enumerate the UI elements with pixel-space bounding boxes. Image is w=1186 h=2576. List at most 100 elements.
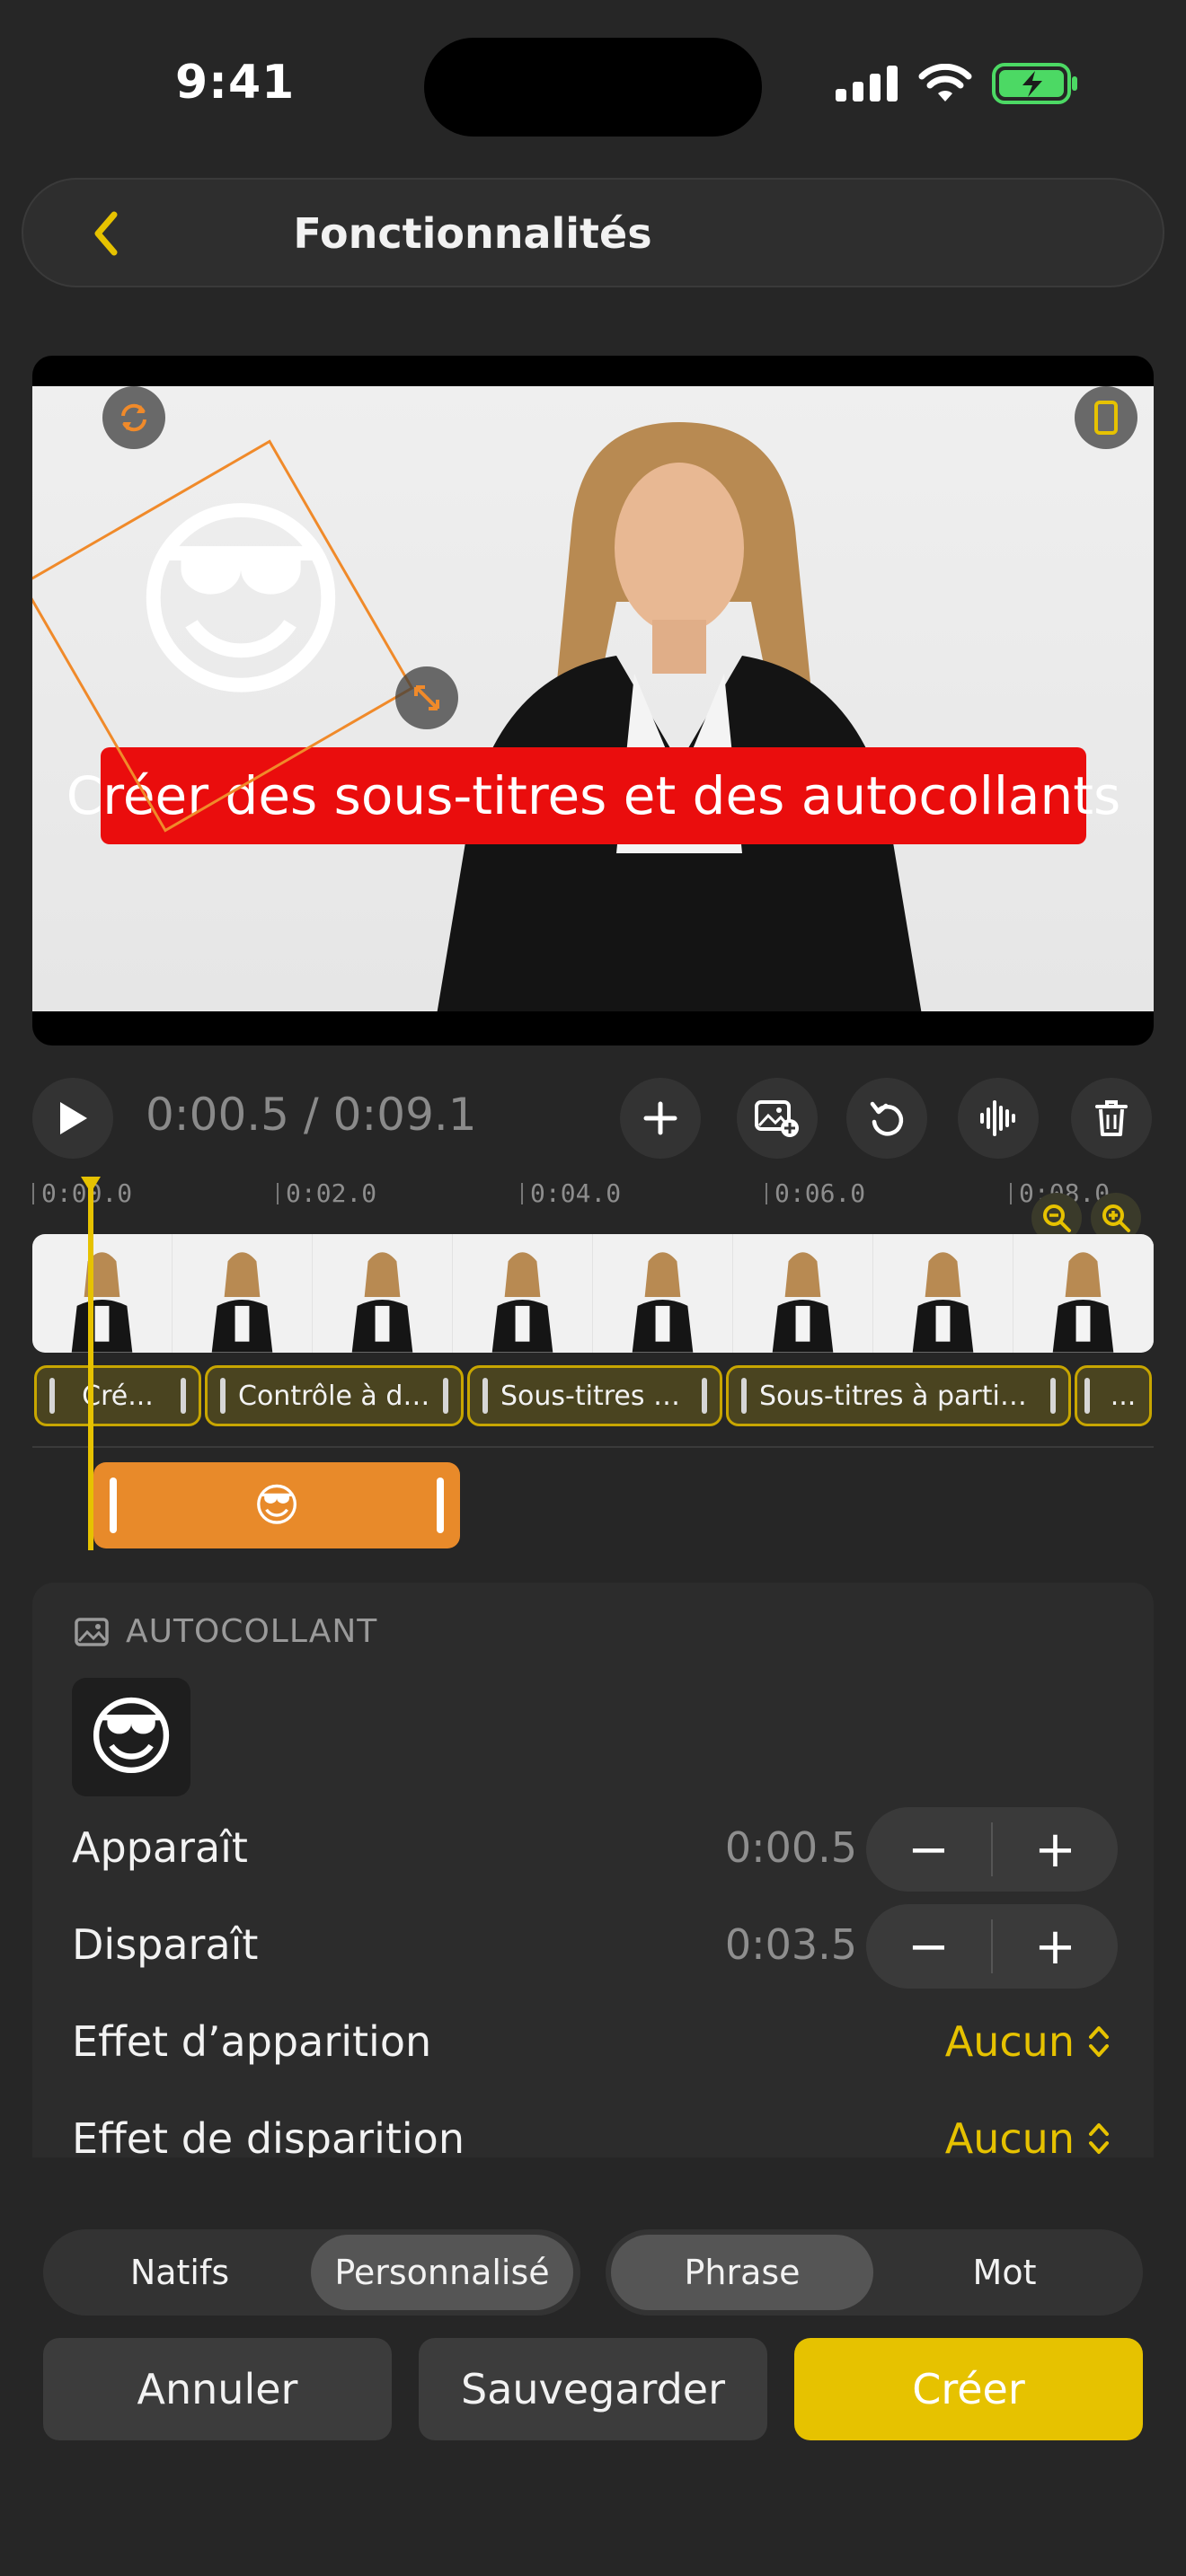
chevron-up-down-icon: [1089, 2026, 1109, 2057]
plus-icon: [643, 1101, 677, 1135]
portrait-frame-icon: [1094, 401, 1118, 435]
page-title: Fonctionnalités: [293, 209, 652, 258]
filmstrip-frame: [313, 1234, 453, 1353]
filmstrip-frame: [593, 1234, 733, 1353]
caption-clip-label: ...: [1110, 1380, 1137, 1412]
caption-clip-label: Contrôle à dist...: [238, 1380, 430, 1412]
disappear-decrement-button[interactable]: −: [866, 1904, 991, 1989]
clip-trim-handle[interactable]: [49, 1378, 55, 1414]
exit-effect-select[interactable]: Aucun: [945, 2114, 1111, 2157]
cancel-button[interactable]: Annuler: [43, 2338, 392, 2440]
exit-effect-label: Effet de disparition: [72, 2114, 465, 2157]
sticker-clip-emoji: 😎: [252, 1479, 301, 1531]
clip-trim-handle[interactable]: [702, 1378, 707, 1414]
playhead[interactable]: [88, 1180, 93, 1550]
disappear-time-value: 0:03.5: [724, 1920, 857, 1969]
chevron-up-down-icon: [1089, 2123, 1109, 2154]
undo-button[interactable]: [846, 1078, 927, 1159]
caption-clip[interactable]: Sous-titres au...: [467, 1365, 722, 1426]
appear-decrement-button[interactable]: −: [866, 1807, 991, 1892]
caption-clip[interactable]: ...: [1075, 1365, 1152, 1426]
clip-trim-handle[interactable]: [741, 1378, 747, 1414]
add-image-button[interactable]: [737, 1078, 818, 1159]
clip-trim-handle[interactable]: [1084, 1378, 1090, 1414]
sticker-overlay[interactable]: 😎: [106, 467, 376, 737]
disappear-increment-button[interactable]: +: [993, 1904, 1118, 1989]
video-preview[interactable]: Créer des sous-titres et des autocollant…: [32, 356, 1154, 1045]
caption-clip[interactable]: Contrôle à dist...: [205, 1365, 464, 1426]
battery-charging-icon: [992, 63, 1077, 104]
rotate-icon: [121, 403, 146, 432]
filmstrip-frame: [32, 1234, 173, 1353]
presenter-image: [374, 422, 985, 1011]
trash-icon: [1095, 1100, 1128, 1136]
cellular-signal-icon: [836, 66, 898, 101]
appear-time-value: 0:00.5: [724, 1823, 857, 1872]
ruler-tick: 0:02.0: [277, 1178, 376, 1208]
audio-waveform-button[interactable]: [958, 1078, 1039, 1159]
caption-clip[interactable]: Sous-titres à partir d...: [726, 1365, 1071, 1426]
entry-effect-value: Aucun: [944, 2017, 1075, 2066]
entry-effect-select[interactable]: Aucun: [945, 2017, 1111, 2066]
clip-trim-handle[interactable]: [443, 1378, 448, 1414]
exit-effect-value: Aucun: [944, 2114, 1075, 2157]
zoom-out-icon: [1043, 1204, 1071, 1232]
add-button[interactable]: [620, 1078, 701, 1159]
segment-phrase[interactable]: Phrase: [611, 2235, 873, 2310]
clip-trim-handle[interactable]: [110, 1478, 117, 1533]
segment-natifs[interactable]: Natifs: [49, 2235, 311, 2310]
playback-timecode: 0:00.5 / 0:09.1: [146, 1089, 477, 1141]
status-time: 9:41: [175, 56, 296, 110]
clip-trim-handle[interactable]: [181, 1378, 186, 1414]
playhead-marker[interactable]: [81, 1177, 101, 1193]
sticker-thumbnail[interactable]: 😎: [72, 1678, 190, 1796]
appear-increment-button[interactable]: +: [993, 1807, 1118, 1892]
clip-trim-handle[interactable]: [1050, 1378, 1056, 1414]
wifi-icon: [918, 64, 972, 101]
filmstrip-frame: [733, 1234, 873, 1353]
dynamic-island: [424, 38, 762, 137]
sticker-properties-panel: AUTOCOLLANT 😎 Apparaît 0:00.5 − + Dispar…: [32, 1583, 1154, 2157]
caption-clip[interactable]: Cré...: [34, 1365, 201, 1426]
panel-header: AUTOCOLLANT: [74, 1613, 377, 1650]
filmstrip-frame: [873, 1234, 1013, 1353]
video-frame: Créer des sous-titres et des autocollant…: [32, 386, 1154, 1011]
play-button[interactable]: [32, 1078, 113, 1159]
undo-icon: [870, 1101, 904, 1136]
mode-segmented-control: Phrase Mot: [606, 2229, 1143, 2316]
play-icon: [60, 1102, 87, 1134]
sticker-clip[interactable]: 😎: [93, 1462, 460, 1548]
waveform-icon: [980, 1100, 1015, 1136]
add-photo-icon: [755, 1100, 799, 1137]
track-divider: [32, 1446, 1154, 1448]
panel-section-title: AUTOCOLLANT: [126, 1613, 378, 1650]
ruler-tick: 0:06.0: [766, 1178, 865, 1208]
rotate-handle[interactable]: [102, 386, 165, 449]
caption-clip-label: Sous-titres à partir d...: [759, 1380, 1038, 1412]
filmstrip-frame: [1013, 1234, 1154, 1353]
resize-handle[interactable]: [395, 666, 458, 729]
clip-trim-handle[interactable]: [482, 1378, 488, 1414]
segment-personnalise[interactable]: Personnalisé: [311, 2235, 573, 2310]
video-filmstrip[interactable]: [32, 1234, 1154, 1353]
caption-clip-label: Cré...: [82, 1380, 154, 1412]
disappear-label: Disparaît: [72, 1920, 259, 1969]
clip-trim-handle[interactable]: [437, 1478, 444, 1533]
entry-effect-label: Effet d’apparition: [72, 2017, 432, 2066]
delete-button[interactable]: [1071, 1078, 1152, 1159]
clip-trim-handle[interactable]: [220, 1378, 226, 1414]
status-icons: [836, 63, 1078, 104]
zoom-in-icon: [1102, 1204, 1130, 1232]
create-button[interactable]: Créer: [794, 2338, 1143, 2440]
ruler-tick: 0:04.0: [521, 1178, 621, 1208]
navigation-bar: Fonctionnalités: [22, 178, 1164, 287]
segment-mot[interactable]: Mot: [873, 2235, 1136, 2310]
expand-arrows-icon: [414, 685, 439, 710]
filmstrip-frame: [453, 1234, 593, 1353]
aspect-ratio-button[interactable]: [1075, 386, 1137, 449]
disappear-time-stepper: − +: [866, 1904, 1118, 1989]
save-button[interactable]: Sauvegarder: [419, 2338, 767, 2440]
image-icon: [75, 1617, 109, 1646]
filmstrip-frame: [173, 1234, 313, 1353]
caption-clip-label: Sous-titres au...: [500, 1380, 689, 1412]
